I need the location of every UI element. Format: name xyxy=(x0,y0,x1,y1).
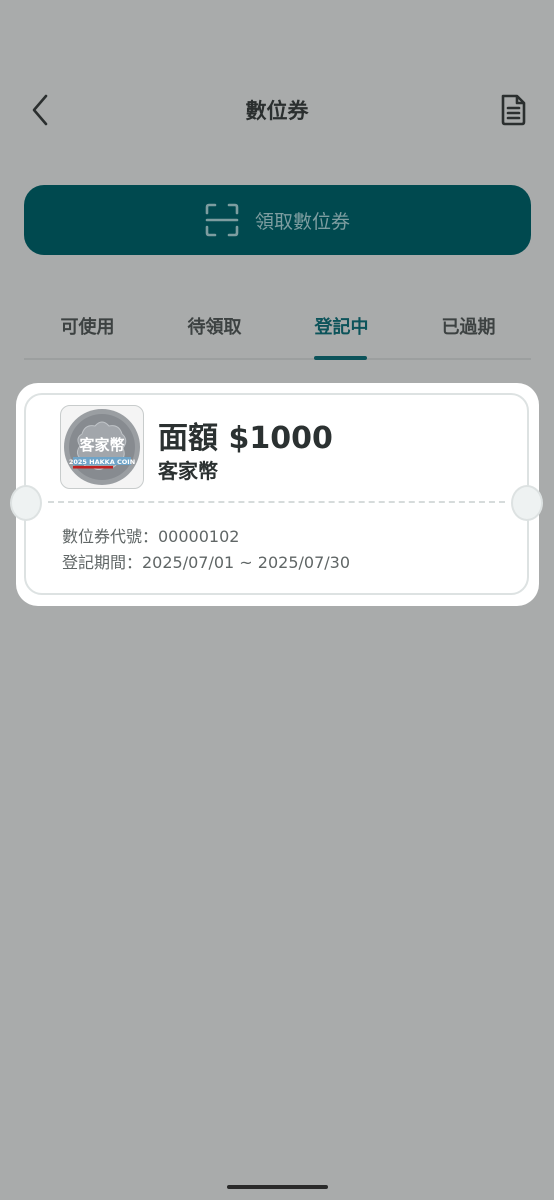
coin-subtitle-text: 2025 HAKKA COIN xyxy=(69,458,135,466)
tab-pending[interactable]: 待領取 xyxy=(151,313,278,339)
claim-voucher-label: 領取數位券 xyxy=(254,210,350,233)
tab-expired[interactable]: 已過期 xyxy=(405,313,532,339)
hakka-coin-image: 客家幣 2025 HAKKA COIN xyxy=(60,405,144,489)
active-tab-indicator xyxy=(314,356,367,360)
tab-bar: 可使用 待領取 登記中 已過期 xyxy=(24,300,531,360)
home-indicator xyxy=(227,1185,328,1189)
voucher-amount: 面額 $1000 xyxy=(158,421,333,456)
header: 數位券 xyxy=(0,80,554,140)
voucher-ticket: 客家幣 2025 HAKKA COIN 面額 $1000 客家幣 數位券代號：0… xyxy=(10,393,543,595)
voucher-code: 數位券代號：00000102 xyxy=(62,527,240,546)
registration-period: 登記期間：2025/07/01 ~ 2025/07/30 xyxy=(62,553,351,572)
scan-icon xyxy=(205,203,239,237)
tab-registering[interactable]: 登記中 xyxy=(278,313,405,339)
ticket-notch-left xyxy=(10,485,42,521)
records-button[interactable] xyxy=(498,93,528,127)
page-title: 數位券 xyxy=(245,99,309,123)
coin-title-text: 客家幣 xyxy=(78,436,124,454)
voucher-name: 客家幣 xyxy=(158,459,218,483)
ticket-notch-right xyxy=(511,485,543,521)
voucher-card[interactable]: 客家幣 2025 HAKKA COIN 面額 $1000 客家幣 數位券代號：0… xyxy=(10,383,543,606)
tab-available[interactable]: 可使用 xyxy=(24,313,151,339)
claim-voucher-button[interactable]: 領取數位券 xyxy=(24,185,531,255)
ticket-divider xyxy=(48,501,505,503)
document-icon xyxy=(501,94,526,126)
